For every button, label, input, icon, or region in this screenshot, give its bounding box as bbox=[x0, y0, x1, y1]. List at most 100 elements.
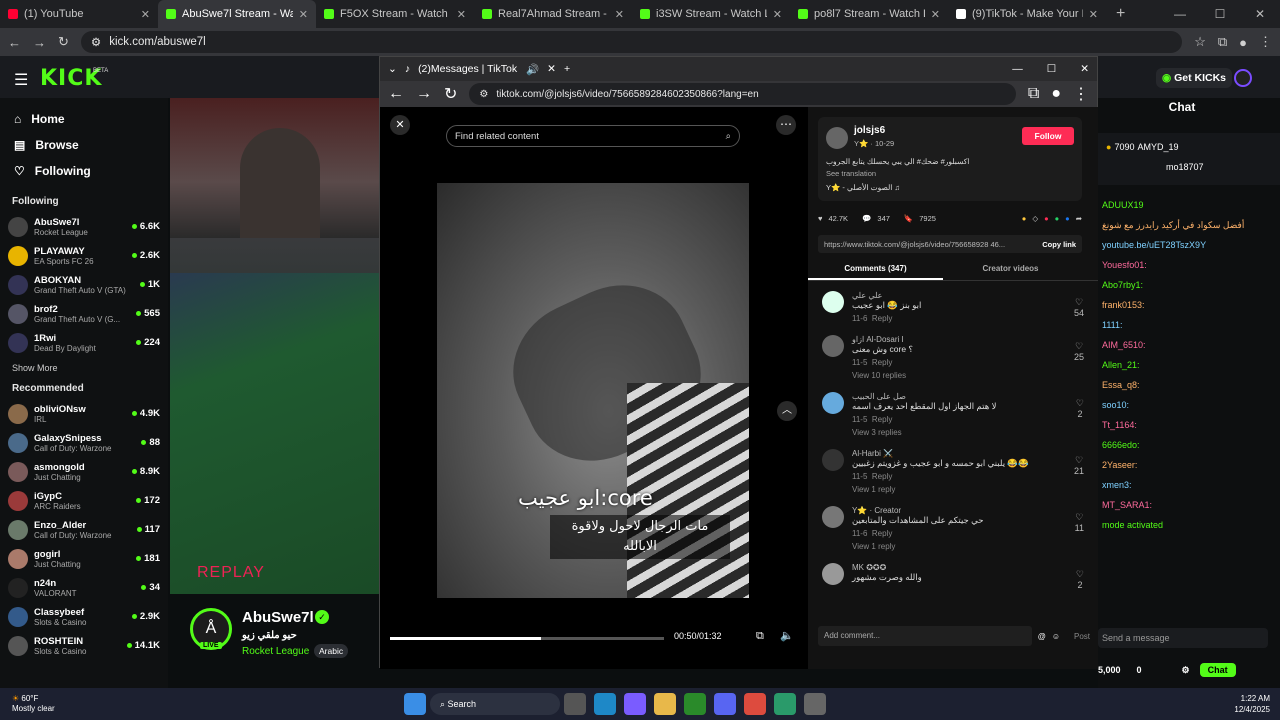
chat-user[interactable]: Allen_21: bbox=[1102, 360, 1140, 370]
app-icon[interactable] bbox=[774, 693, 796, 715]
channel-item[interactable]: ABOKYAN Grand Theft Auto V (GTA) 1K bbox=[0, 270, 168, 299]
close-window-icon[interactable]: ✕ bbox=[1240, 0, 1280, 28]
stream-tag[interactable]: Arabic bbox=[314, 644, 349, 658]
comment-icon[interactable]: 💬 bbox=[862, 214, 871, 223]
chat-user[interactable]: AIM_6510: bbox=[1102, 340, 1146, 350]
chat-user[interactable]: 2Yaseer: bbox=[1102, 460, 1137, 470]
channel-item[interactable]: asmongold Just Chatting 8.9K bbox=[0, 457, 168, 486]
reload-icon[interactable]: ↻ bbox=[58, 34, 69, 50]
commenter-avatar[interactable] bbox=[822, 506, 844, 528]
maximize-icon[interactable]: ☐ bbox=[1200, 0, 1240, 28]
edge-icon[interactable] bbox=[594, 693, 616, 715]
add-comment-input[interactable]: Add comment... bbox=[818, 626, 1032, 646]
gifter-name[interactable]: mo18707 bbox=[1166, 162, 1204, 172]
taskbar-search[interactable]: ⌕ Search bbox=[430, 693, 560, 715]
chat-user[interactable]: ADUUX19 bbox=[1102, 200, 1144, 210]
share-icon[interactable]: ● bbox=[1022, 214, 1027, 223]
settings-icon[interactable] bbox=[804, 693, 826, 715]
file-explorer-icon[interactable] bbox=[654, 693, 676, 715]
mention-icon[interactable]: @ bbox=[1038, 632, 1046, 641]
sound-name[interactable]: Y⭐ - الصوت الأصلي ♫ bbox=[826, 183, 900, 192]
close-tab-icon[interactable]: ✕ bbox=[547, 63, 556, 75]
related-search-input[interactable]: Find related content ⌕ bbox=[446, 125, 740, 147]
close-icon[interactable]: ✕ bbox=[773, 8, 782, 21]
chat-send-button[interactable]: Chat bbox=[1199, 663, 1236, 677]
comment-like[interactable]: ♡ 54 bbox=[1074, 297, 1084, 318]
copy-link-button[interactable]: Copy link bbox=[1042, 240, 1076, 249]
site-info-icon[interactable]: ⚙ bbox=[479, 89, 488, 100]
whatsapp-icon[interactable]: ● bbox=[1055, 214, 1060, 223]
reply-link[interactable]: Reply bbox=[872, 358, 892, 367]
forward-icon[interactable]: → bbox=[33, 35, 46, 50]
commenter-avatar[interactable] bbox=[822, 392, 844, 414]
follow-button[interactable]: Follow bbox=[1022, 127, 1074, 145]
profile-avatar[interactable]: ● bbox=[1051, 85, 1061, 103]
url-field[interactable]: ⚙ kick.com/abuswe7l bbox=[80, 31, 1183, 53]
maximize-icon[interactable]: ☐ bbox=[1047, 63, 1056, 75]
close-icon[interactable]: ✕ bbox=[457, 8, 466, 21]
chat-user[interactable]: 6666edo: bbox=[1102, 440, 1140, 450]
tiktok-url-field[interactable]: ⚙ tiktok.com/@jolsjs6/video/7566589284602… bbox=[469, 83, 1016, 105]
commenter-avatar[interactable] bbox=[822, 449, 844, 471]
channel-item[interactable]: brof2 Grand Theft Auto V (G... 565 bbox=[0, 299, 168, 328]
commenter-name[interactable]: ازاو Al-Dosari I bbox=[852, 335, 1084, 344]
tab-real7ahmad[interactable]: Real7Ahmad Stream - Watch Li ✕ bbox=[474, 0, 632, 28]
menu-icon[interactable]: ⋮ bbox=[1259, 34, 1272, 50]
tab-comments[interactable]: Comments (347) bbox=[808, 259, 943, 280]
forward-icon[interactable]: → bbox=[416, 85, 432, 103]
gifter-name[interactable]: AMYD_19 bbox=[1137, 142, 1178, 152]
close-icon[interactable]: ✕ bbox=[141, 8, 150, 21]
new-tab-icon[interactable]: + bbox=[564, 63, 570, 75]
stream-player[interactable]: REPLAY bbox=[170, 98, 380, 594]
comment-like[interactable]: ♡ 11 bbox=[1075, 512, 1084, 533]
channel-item[interactable]: n24n VALORANT 34 bbox=[0, 573, 168, 602]
share-icon[interactable]: ● bbox=[1044, 214, 1049, 223]
scroll-up-button[interactable]: ︿ bbox=[777, 401, 797, 421]
tab-creator-videos[interactable]: Creator videos bbox=[943, 259, 1078, 280]
streamer-name[interactable]: AbuSwe7l bbox=[242, 609, 314, 626]
comment-like[interactable]: ♡ 25 bbox=[1074, 341, 1084, 362]
system-clock[interactable]: 1:22 AM 12/4/2025 bbox=[1220, 693, 1280, 715]
back-icon[interactable]: ← bbox=[8, 35, 21, 50]
minimize-icon[interactable]: — bbox=[1160, 0, 1200, 28]
comment-like[interactable]: ♡ 21 bbox=[1074, 455, 1084, 476]
task-view-icon[interactable] bbox=[564, 693, 586, 715]
chat-user[interactable]: frank0153: bbox=[1102, 300, 1145, 310]
channel-item[interactable]: AbuSwe7l Rocket League 6.6K bbox=[0, 212, 168, 241]
commenter-name[interactable]: Al-Harbi ⚔️ bbox=[852, 449, 1084, 458]
view-replies-link[interactable]: View 10 replies bbox=[852, 371, 1084, 380]
author-name[interactable]: jolsjs6 bbox=[854, 125, 885, 136]
search-icon[interactable]: ⌕ bbox=[726, 131, 731, 142]
chat-user[interactable]: Abo7rby1: bbox=[1102, 280, 1143, 290]
comment-like[interactable]: ♡ 2 bbox=[1076, 398, 1084, 419]
xbox-icon[interactable] bbox=[684, 693, 706, 715]
volume-icon[interactable]: 🔈 bbox=[780, 629, 794, 642]
site-info-icon[interactable]: ⚙ bbox=[91, 35, 101, 49]
reply-link[interactable]: Reply bbox=[872, 472, 892, 481]
close-video-button[interactable]: ✕ bbox=[390, 115, 410, 135]
chat-user[interactable]: Youesfo01: bbox=[1102, 260, 1147, 270]
commenter-avatar[interactable] bbox=[822, 563, 844, 585]
weather-widget[interactable]: ☀ 60°F Mostly clear bbox=[0, 694, 110, 714]
channel-item[interactable]: GalaxySnipess Call of Duty: Warzone 88 bbox=[0, 428, 168, 457]
nav-browse[interactable]: ▤ Browse bbox=[0, 132, 168, 158]
chat-user[interactable]: Essa_q8: bbox=[1102, 380, 1140, 390]
chat-user[interactable]: 1111: bbox=[1102, 320, 1123, 330]
commenter-name[interactable]: MK ✪✪✪ bbox=[852, 563, 1084, 572]
channel-item[interactable]: PLAYAWAY EA Sports FC 26 2.6K bbox=[0, 241, 168, 270]
tab-po8l7[interactable]: po8l7 Stream - Watch Live on K ✕ bbox=[790, 0, 948, 28]
commenter-avatar[interactable] bbox=[822, 291, 844, 313]
chat-user[interactable]: mode activated bbox=[1102, 520, 1163, 530]
tab-abuswe7l[interactable]: AbuSwe7l Stream - Watch Live ✕ bbox=[158, 0, 316, 28]
chat-user[interactable]: xmen3: bbox=[1102, 480, 1132, 490]
nav-following[interactable]: ♡ Following bbox=[0, 158, 168, 184]
chat-user[interactable]: أفضل سكواد في أركيد رايدرز مع شونغ bbox=[1102, 220, 1244, 231]
channel-item[interactable]: obliviONsw IRL 4.9K bbox=[0, 399, 168, 428]
pip-icon[interactable]: ⧉ bbox=[756, 630, 764, 643]
channel-item[interactable]: Enzo_Alder Call of Duty: Warzone 117 bbox=[0, 515, 168, 544]
save-icon[interactable]: 🔖 bbox=[904, 214, 913, 223]
post-button[interactable]: Post bbox=[1074, 632, 1090, 641]
forward-icon[interactable]: ➦ bbox=[1076, 214, 1082, 223]
commenter-name[interactable]: علي علي bbox=[852, 291, 1084, 300]
reply-link[interactable]: Reply bbox=[872, 529, 892, 538]
